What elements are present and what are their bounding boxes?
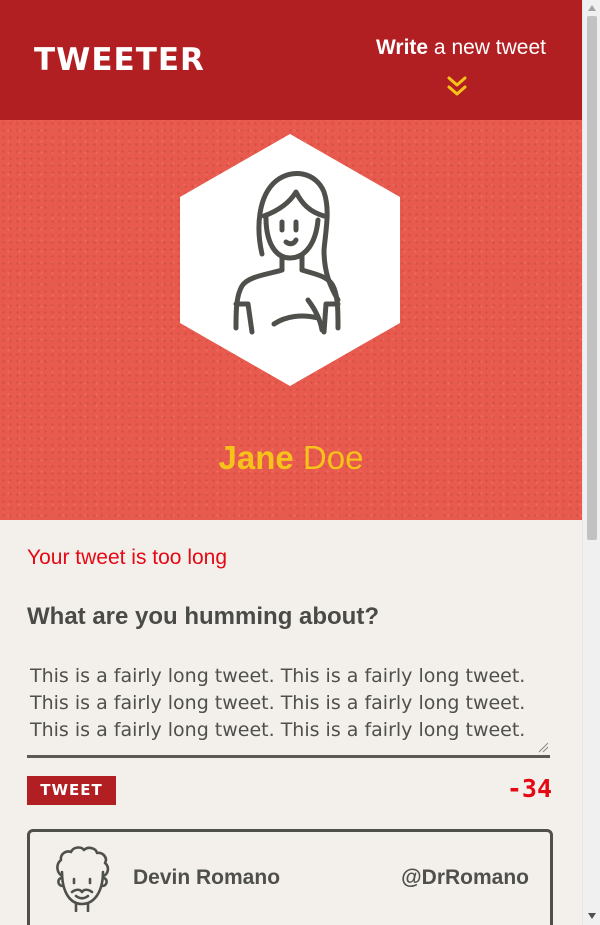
double-chevron-down-icon[interactable] [446, 75, 468, 99]
man-avatar-icon [56, 846, 110, 912]
scroll-up-arrow-icon[interactable] [588, 5, 596, 11]
profile-name: Jane Doe [0, 438, 582, 478]
profile-last-name: Doe [302, 439, 364, 476]
vertical-scrollbar[interactable] [582, 0, 600, 925]
character-counter: -34 [506, 774, 552, 803]
tweet-textarea[interactable]: This is a fairly long tweet. This is a f… [27, 655, 550, 758]
resize-grip-icon[interactable] [538, 742, 549, 753]
tweet-button[interactable]: TWEET [27, 776, 116, 805]
woman-avatar-icon [180, 134, 400, 386]
tweet-card: Devin Romano @DrRomano [27, 829, 553, 925]
profile-hero: Jane Doe [0, 120, 582, 520]
tweet-author-name[interactable]: Devin Romano [133, 864, 280, 892]
error-message: Your tweet is too long [27, 546, 228, 569]
write-new-tweet-link[interactable]: Write a new tweet [376, 34, 546, 62]
top-bar: TWEETER Write a new tweet [0, 0, 582, 120]
scrollbar-thumb[interactable] [587, 16, 597, 540]
page: TWEETER Write a new tweet Jane Doe Your … [0, 0, 582, 925]
scroll-down-arrow-icon[interactable] [588, 913, 596, 919]
compose-prompt: What are you humming about? [27, 603, 379, 630]
profile-first-name: Jane [218, 439, 294, 476]
write-link-strong: Write [375, 36, 429, 59]
brand-logo[interactable]: TWEETER [34, 40, 205, 80]
tweet-author-handle[interactable]: @DrRomano [401, 864, 529, 892]
write-link-rest: a new tweet [428, 36, 546, 59]
